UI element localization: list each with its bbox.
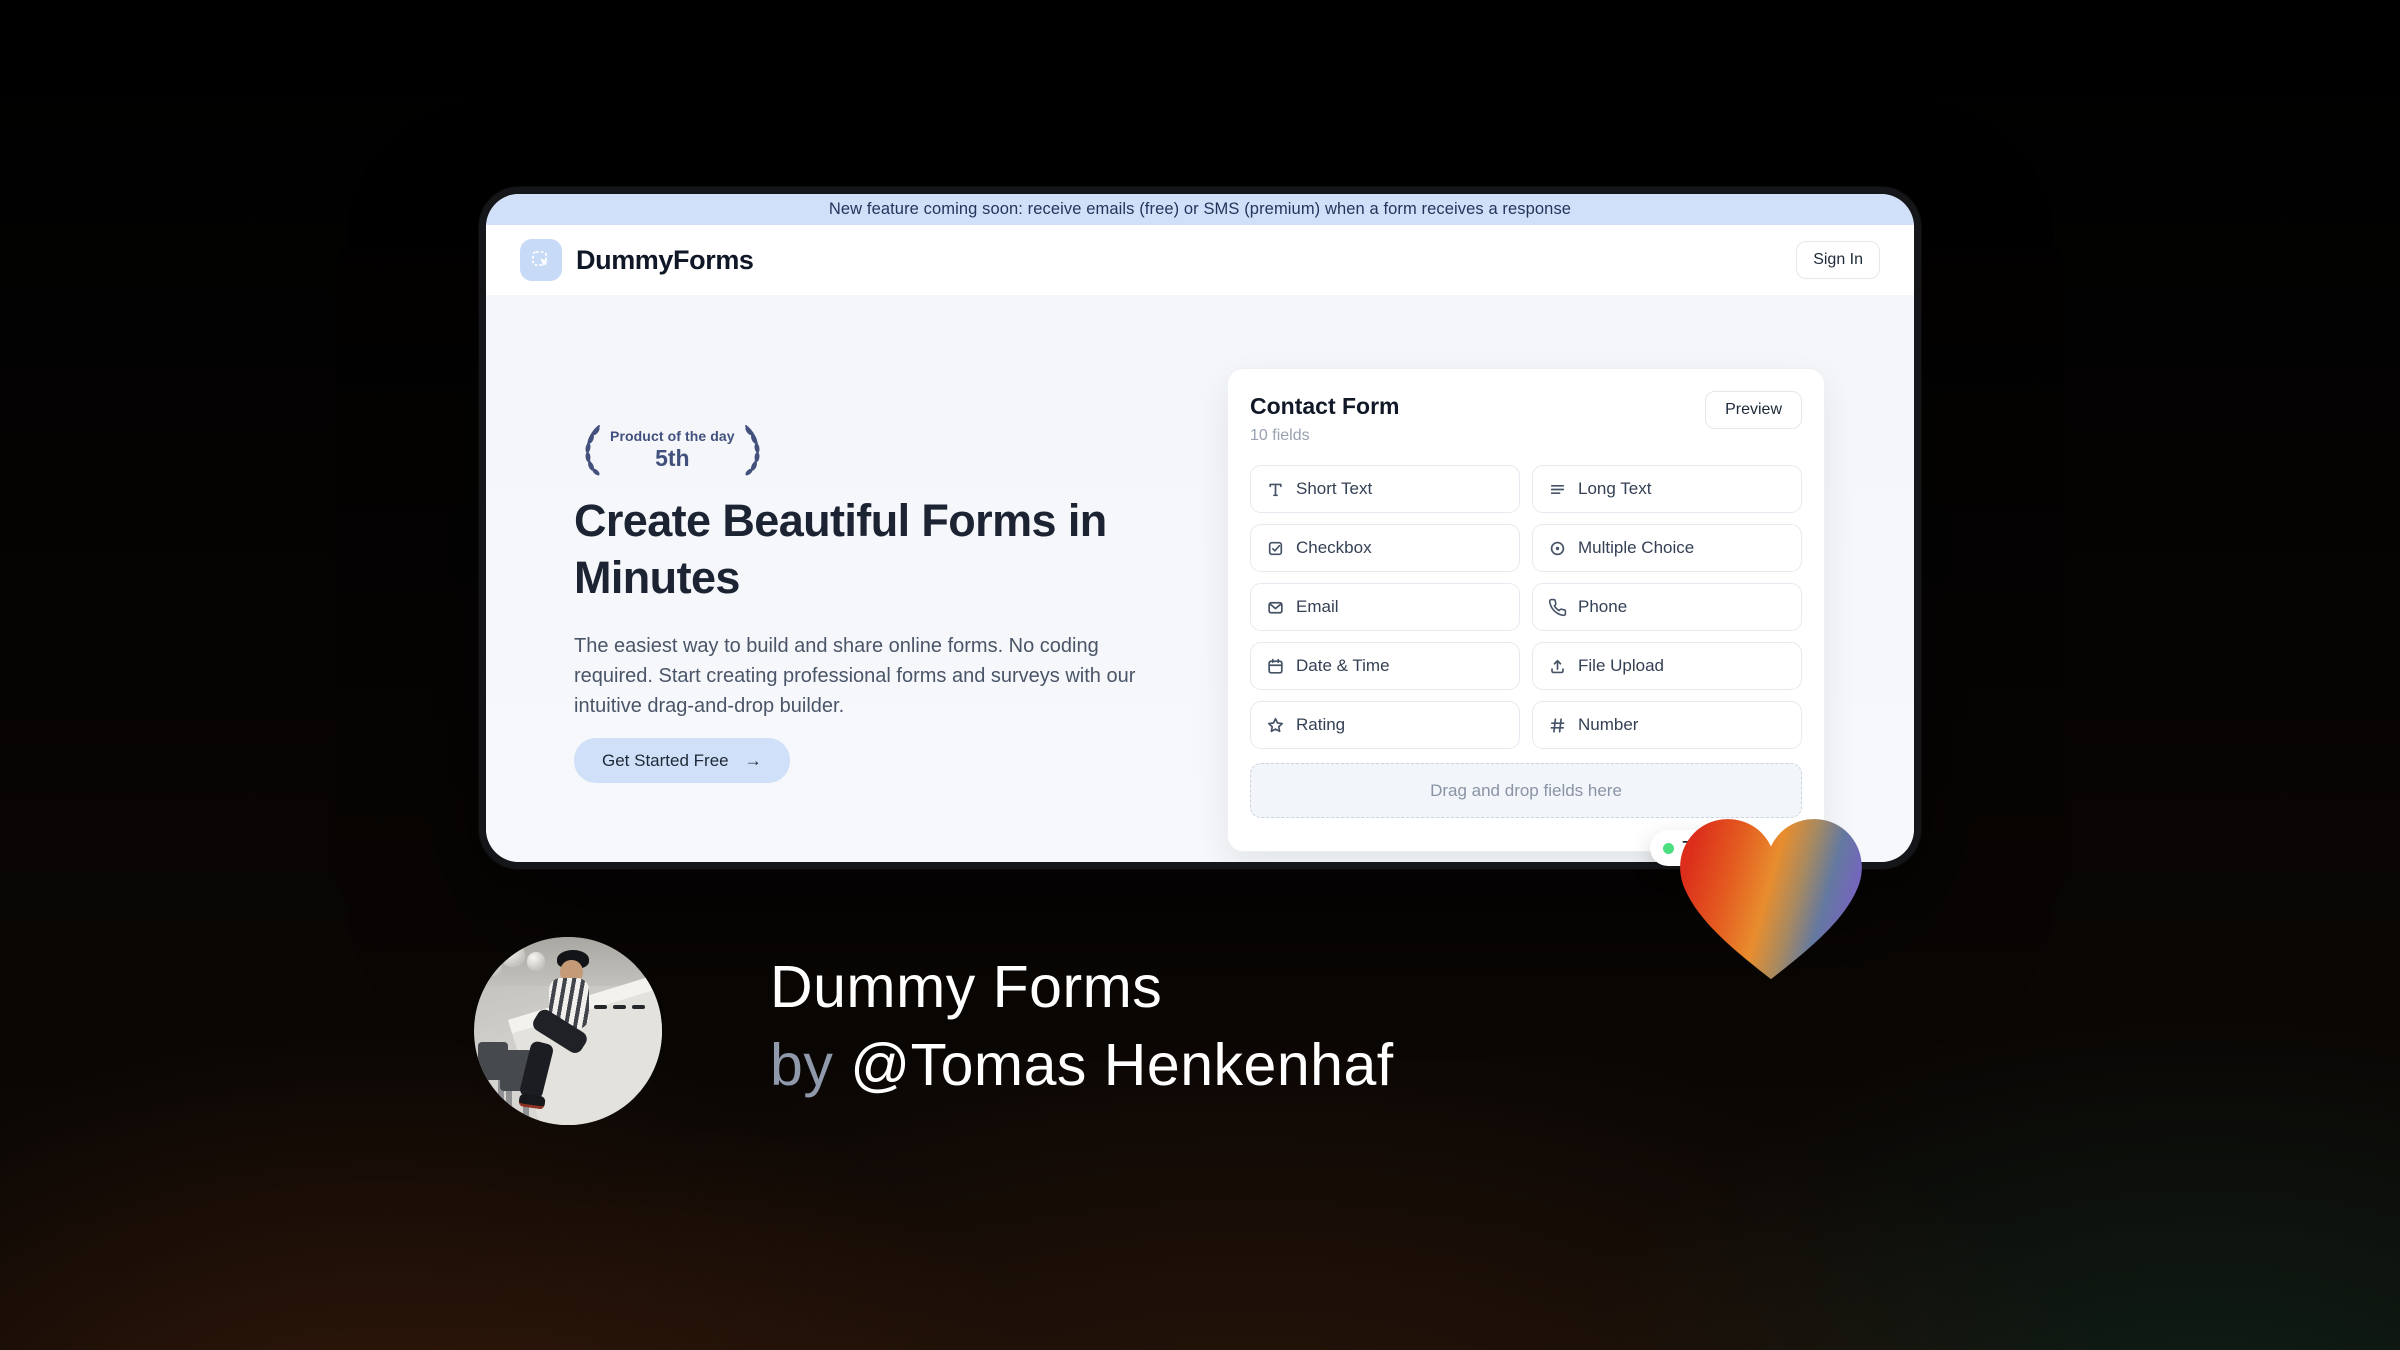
laurel-left-icon (585, 425, 600, 476)
arrow-right-icon: → (744, 750, 762, 770)
get-started-button[interactable]: Get Started Free → (574, 738, 790, 783)
short-text-icon (1266, 480, 1285, 499)
sign-in-button[interactable]: Sign In (1796, 241, 1880, 279)
field-label: Number (1578, 715, 1639, 734)
star-icon (1266, 716, 1285, 735)
avatar-wall-mark (613, 1004, 627, 1009)
field-phone[interactable]: Phone (1532, 583, 1802, 631)
upload-icon (1548, 657, 1567, 676)
drop-zone-text: Drag and drop fields here (1430, 780, 1622, 800)
gradient-heart-icon[interactable] (1672, 808, 1870, 988)
field-label: File Upload (1578, 656, 1664, 675)
credit-block: Dummy Forms by @Tomas Henkenhaf (770, 948, 1394, 1104)
multiple-choice-icon (1548, 539, 1567, 558)
avatar-photo (474, 937, 662, 1125)
preview-button[interactable]: Preview (1705, 391, 1802, 429)
field-number[interactable]: Number (1532, 701, 1802, 749)
credit-title: Dummy Forms (770, 954, 1163, 1020)
phone-icon (1548, 598, 1567, 617)
field-short-text[interactable]: Short Text (1250, 465, 1520, 513)
calendar-icon (1266, 657, 1285, 676)
laurel-right-icon (744, 425, 760, 476)
avatar-chair-leg (505, 1091, 512, 1118)
avatar-light (526, 952, 546, 971)
brand-name[interactable]: DummyForms (576, 245, 754, 276)
avatar-chair-leg (483, 1079, 490, 1110)
field-label: Checkbox (1296, 538, 1372, 557)
field-long-text[interactable]: Long Text (1532, 465, 1802, 513)
field-label: Short Text (1296, 479, 1373, 498)
field-rating[interactable]: Rating (1250, 701, 1520, 749)
field-label: Phone (1578, 597, 1628, 616)
hero-title: Create Beautiful Forms in Minutes (574, 495, 1107, 603)
email-icon (1266, 598, 1285, 617)
get-started-label: Get Started Free (602, 750, 729, 770)
announcement-banner: New feature coming soon: receive emails … (486, 194, 1914, 225)
field-label: Email (1296, 597, 1339, 616)
site-header: DummyForms Sign In (486, 225, 1914, 295)
field-label: Rating (1296, 715, 1346, 734)
form-fields-count: 10 fields (1250, 427, 1310, 444)
field-checkbox[interactable]: Checkbox (1250, 524, 1520, 572)
field-label: Long Text (1578, 479, 1652, 498)
browser-window: New feature coming soon: receive emails … (479, 187, 1921, 869)
credit-byline: by @Tomas Henkenhaf (770, 1026, 1394, 1104)
field-email[interactable]: Email (1250, 583, 1520, 631)
dummyforms-page: New feature coming soon: receive emails … (486, 194, 1914, 862)
announcement-text: New feature coming soon: receive emails … (828, 200, 1572, 218)
avatar-wall-mark (631, 1004, 646, 1009)
field-label: Date & Time (1296, 656, 1390, 675)
byline-handle: @Tomas Henkenhaf (850, 1032, 1394, 1098)
byline-prefix: by (770, 1032, 851, 1098)
award-title: Product of the day (610, 428, 735, 444)
avatar-light (500, 942, 525, 968)
avatar-wall-mark (594, 1004, 608, 1009)
hash-icon (1548, 716, 1567, 735)
field-date-time[interactable]: Date & Time (1250, 642, 1520, 690)
product-of-the-day-badge: Product of the day 5th (574, 421, 771, 479)
long-text-icon (1548, 480, 1567, 499)
award-rank: 5th (655, 445, 690, 471)
field-label: Multiple Choice (1578, 538, 1695, 557)
dummyforms-logo-icon[interactable] (520, 239, 562, 281)
hero-section: Product of the day 5th Create Beautiful … (486, 295, 1914, 862)
field-multiple-choice[interactable]: Multiple Choice (1532, 524, 1802, 572)
field-file-upload[interactable]: File Upload (1532, 642, 1802, 690)
form-builder-card: Contact Form 10 fields Preview Short Tex… (1227, 368, 1825, 852)
checkbox-icon (1266, 539, 1285, 558)
field-type-grid: Short Text Long Text Checkbox Multiple C… (1250, 465, 1802, 749)
hero-subtitle: The easiest way to build and share onlin… (574, 635, 1136, 717)
